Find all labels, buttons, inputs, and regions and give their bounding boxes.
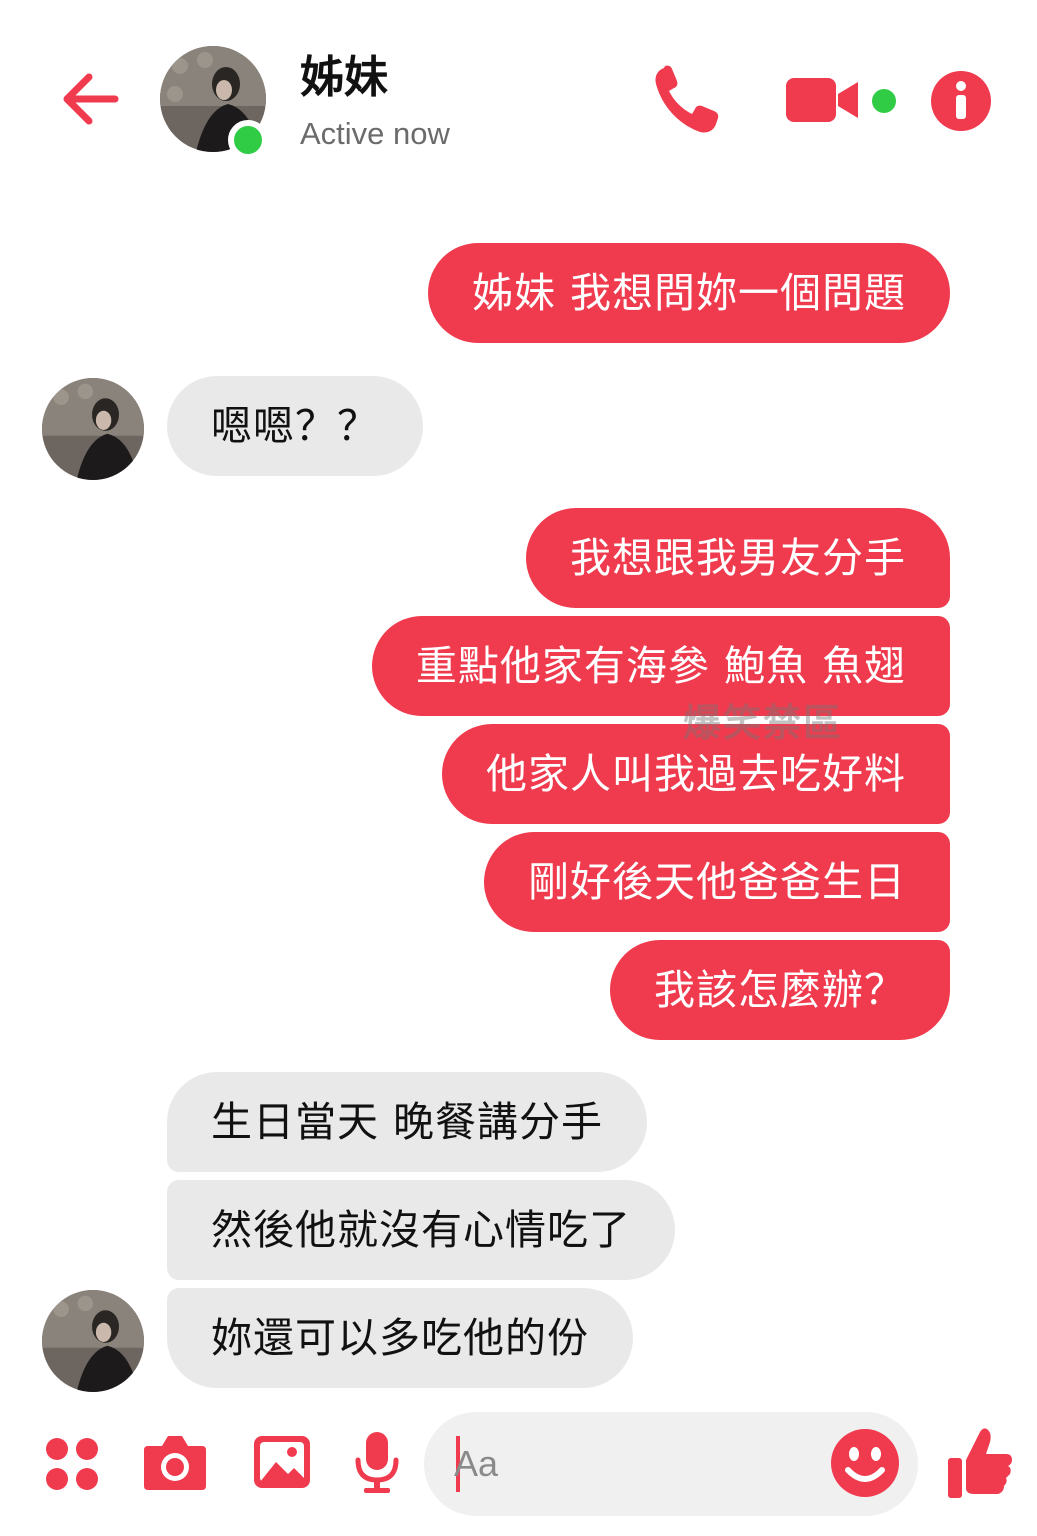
phone-icon xyxy=(655,65,719,133)
message-outgoing[interactable]: 姊妹 我想問妳一個問題 xyxy=(427,243,950,343)
back-arrow-icon xyxy=(63,73,119,125)
message-outgoing[interactable]: 剛好後天他爸爸生日 xyxy=(484,832,950,932)
voice-message-button[interactable] xyxy=(354,1430,400,1496)
apps-button[interactable] xyxy=(44,1436,100,1492)
apps-icon xyxy=(46,1438,98,1490)
message-incoming[interactable]: 嗯嗯？？ xyxy=(167,376,423,476)
message-incoming[interactable]: 生日當天 晚餐講分手 xyxy=(167,1072,648,1172)
contact-name[interactable]: 姊妹 xyxy=(300,50,388,106)
message-outgoing[interactable]: 我想跟我男友分手 xyxy=(526,508,950,608)
emoji-icon xyxy=(831,1429,899,1497)
sender-avatar[interactable] xyxy=(42,1290,144,1392)
chat-header: 姊妹 Active now xyxy=(0,0,1037,200)
message-incoming[interactable]: 然後他就沒有心情吃了 xyxy=(167,1180,675,1280)
info-icon xyxy=(931,71,991,131)
video-active-dot xyxy=(872,89,896,113)
camera-icon xyxy=(144,1436,206,1490)
message-outgoing[interactable]: 重點他家有海參 鮑魚 魚翅 xyxy=(371,616,950,716)
presence-indicator xyxy=(228,120,268,160)
emoji-button[interactable] xyxy=(828,1426,902,1500)
message-input-pill[interactable] xyxy=(424,1412,918,1516)
contact-status: Active now xyxy=(300,116,450,151)
gallery-button[interactable] xyxy=(252,1432,312,1492)
message-outgoing[interactable]: 我該怎麼辦？ xyxy=(610,940,950,1040)
message-incoming[interactable]: 妳還可以多吃他的份 xyxy=(167,1288,633,1388)
watermark: 爆笑禁區 xyxy=(683,701,844,745)
message-composer xyxy=(0,1400,1037,1536)
image-icon xyxy=(254,1436,310,1488)
message-input[interactable] xyxy=(454,1440,814,1488)
thumbs-up-icon xyxy=(948,1428,1012,1498)
camera-button[interactable] xyxy=(142,1432,208,1492)
info-button[interactable] xyxy=(930,70,992,132)
sender-avatar[interactable] xyxy=(42,378,144,480)
back-button[interactable] xyxy=(56,64,126,134)
microphone-icon xyxy=(355,1432,399,1493)
voice-call-button[interactable] xyxy=(650,62,722,138)
video-call-button[interactable] xyxy=(784,72,860,128)
like-button[interactable] xyxy=(946,1426,1014,1500)
video-camera-icon xyxy=(786,78,858,122)
